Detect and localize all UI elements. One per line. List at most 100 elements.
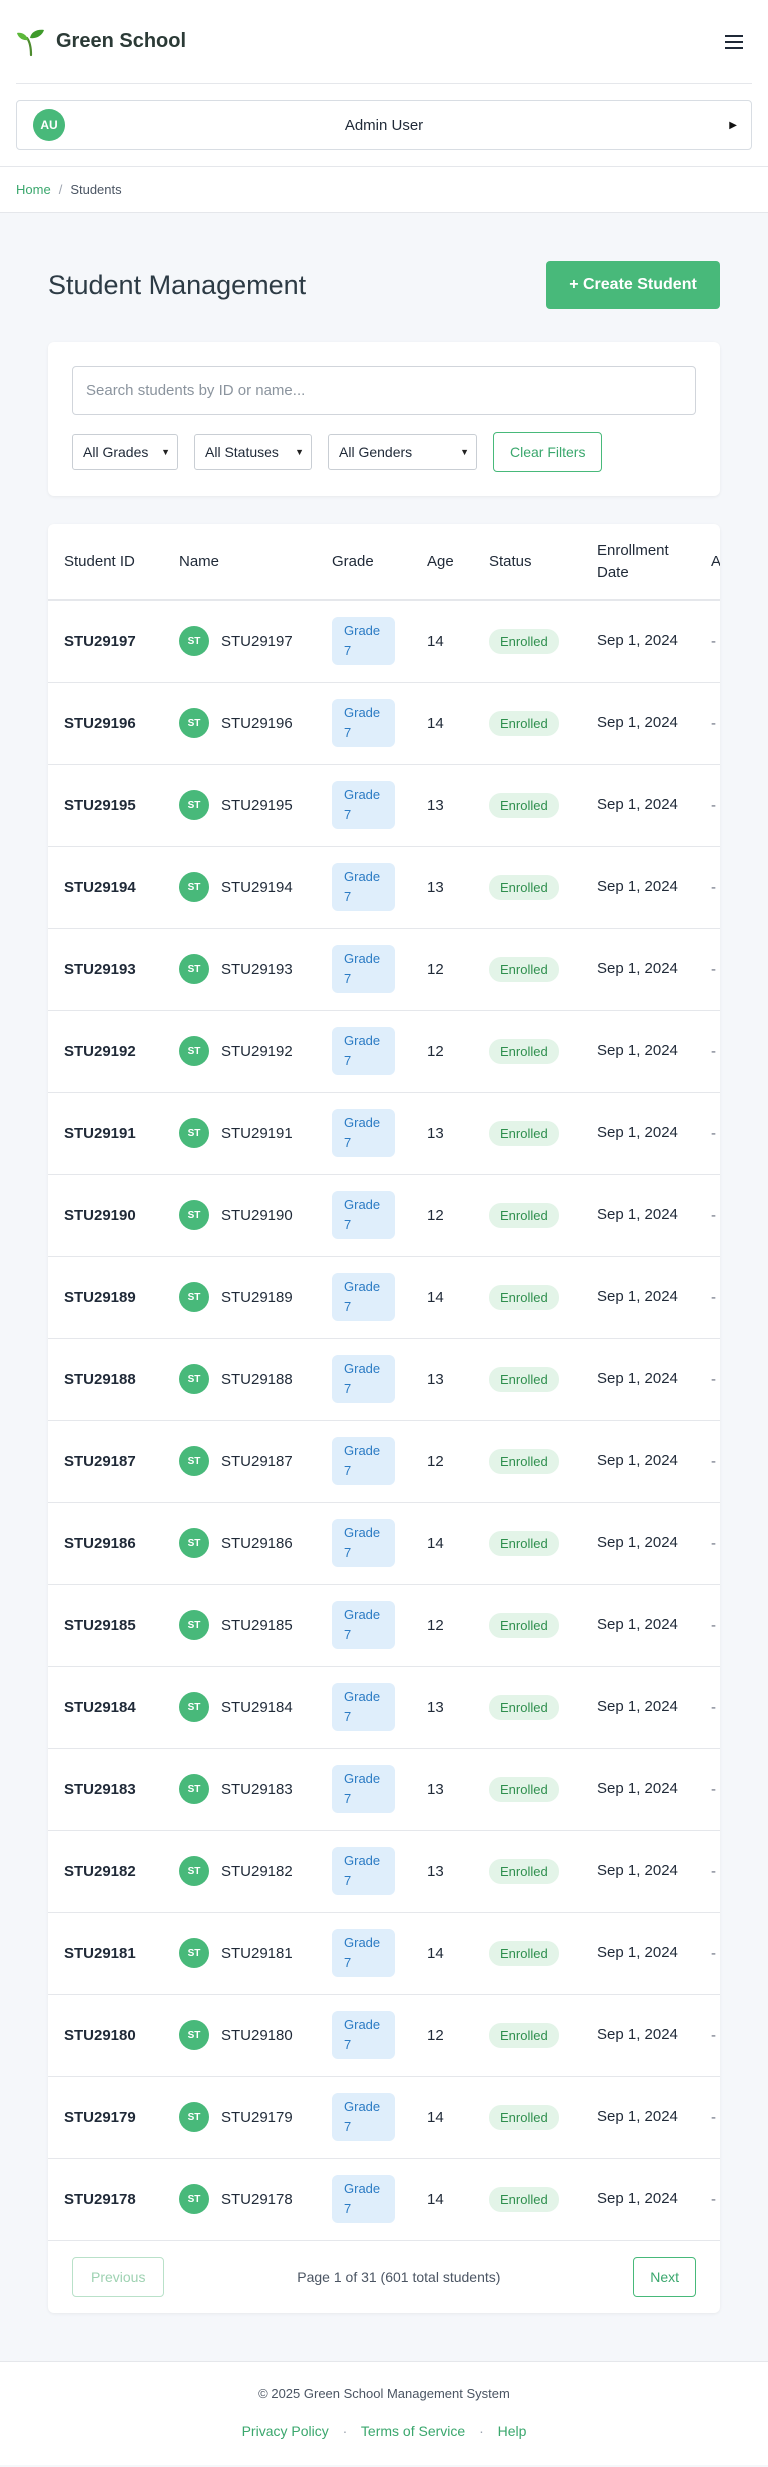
status-badge: Enrolled	[489, 1284, 559, 1310]
brand[interactable]: Green School	[16, 27, 186, 57]
actions-placeholder: -	[711, 1124, 716, 1142]
student-name[interactable]: STU29191	[221, 1125, 293, 1142]
table-row[interactable]: STU29196 ST STU29196 Grade 7 14 Enrolled Sep 1…	[48, 682, 720, 764]
student-name[interactable]: STU29183	[221, 1781, 293, 1798]
student-name[interactable]: STU29184	[221, 1699, 293, 1716]
status-badge: Enrolled	[489, 1448, 559, 1474]
age-cell: 14	[427, 2108, 444, 2126]
footer-separator: ·	[342, 2422, 348, 2439]
avatar: ST	[179, 1774, 209, 1804]
avatar: ST	[179, 1610, 209, 1640]
status-badge: Enrolled	[489, 1940, 559, 1966]
table-row[interactable]: STU29185 ST STU29185 Grade 7 12 Enrolled Sep 1…	[48, 1584, 720, 1666]
actions-placeholder: -	[711, 714, 716, 732]
student-id: STU29195	[64, 796, 136, 814]
student-id-cell: STU29180	[48, 1994, 163, 2076]
student-name[interactable]: STU29187	[221, 1453, 293, 1470]
table-row[interactable]: STU29193 ST STU29193 Grade 7 12 Enrolled Sep 1…	[48, 928, 720, 1010]
table-row[interactable]: STU29197 ST STU29197 Grade 7 14 Enrolled Sep 1…	[48, 600, 720, 682]
student-id: STU29187	[64, 1452, 136, 1470]
help-link[interactable]: Help	[498, 2423, 527, 2439]
table-row[interactable]: STU29180 ST STU29180 Grade 7 12 Enrolled Sep 1…	[48, 1994, 720, 2076]
student-name[interactable]: STU29185	[221, 1617, 293, 1634]
table-row[interactable]: STU29194 ST STU29194 Grade 7 13 Enrolled Sep 1…	[48, 846, 720, 928]
search-input[interactable]	[72, 366, 696, 415]
student-name[interactable]: STU29179	[221, 2109, 293, 2126]
student-name[interactable]: STU29192	[221, 1043, 293, 1060]
status-cell: Enrolled	[473, 1256, 581, 1338]
table-row[interactable]: STU29192 ST STU29192 Grade 7 12 Enrolled Sep 1…	[48, 1010, 720, 1092]
student-name[interactable]: STU29194	[221, 879, 293, 896]
table-row[interactable]: STU29182 ST STU29182 Grade 7 13 Enrolled Sep 1…	[48, 1830, 720, 1912]
name-wrapper: ST STU29193	[179, 954, 316, 984]
enrollment-date-cell: Sep 1, 2024	[597, 1862, 678, 1879]
chevron-down-icon: ▼	[161, 447, 170, 457]
name-cell: ST STU29181	[163, 1912, 316, 1994]
grade-cell: Grade 7	[316, 764, 411, 846]
student-name[interactable]: STU29197	[221, 633, 293, 650]
status-badge: Enrolled	[489, 1694, 559, 1720]
filter-card: All Grades ▼ All Statuses ▼ All Genders …	[48, 342, 720, 496]
student-name[interactable]: STU29196	[221, 715, 293, 732]
actions-cell: -	[695, 682, 720, 764]
table-row[interactable]: STU29178 ST STU29178 Grade 7 14 Enrolled Sep 1…	[48, 2158, 720, 2240]
grade-cell: Grade 7	[316, 1174, 411, 1256]
grade-filter-select[interactable]: All Grades ▼	[72, 434, 178, 470]
table-row[interactable]: STU29184 ST STU29184 Grade 7 13 Enrolled Sep 1…	[48, 1666, 720, 1748]
create-student-button[interactable]: + Create Student	[546, 261, 720, 309]
age-cell: 14	[427, 1288, 444, 1306]
table-row[interactable]: STU29189 ST STU29189 Grade 7 14 Enrolled Sep 1…	[48, 1256, 720, 1338]
student-id: STU29182	[64, 1862, 136, 1880]
student-name[interactable]: STU29190	[221, 1207, 293, 1224]
breadcrumb-home-link[interactable]: Home	[16, 182, 51, 197]
clear-filters-button[interactable]: Clear Filters	[493, 432, 603, 472]
header-status: Status	[489, 552, 532, 570]
table-row[interactable]: STU29183 ST STU29183 Grade 7 13 Enrolled Sep 1…	[48, 1748, 720, 1830]
student-name[interactable]: STU29180	[221, 2027, 293, 2044]
status-filter-select[interactable]: All Statuses ▼	[194, 434, 312, 470]
grade-cell: Grade 7	[316, 1666, 411, 1748]
actions-placeholder: -	[711, 1042, 716, 1060]
student-name[interactable]: STU29189	[221, 1289, 293, 1306]
enrollment-date-cell: Sep 1, 2024	[597, 2026, 678, 2043]
next-page-button[interactable]: Next	[633, 2256, 696, 2297]
table-scroll-container[interactable]: Student ID Name Grade Age Status Enrollm…	[48, 524, 720, 2241]
table-row[interactable]: STU29188 ST STU29188 Grade 7 13 Enrolled Sep 1…	[48, 1338, 720, 1420]
grade-cell: Grade 7	[316, 2158, 411, 2240]
student-name[interactable]: STU29178	[221, 2191, 293, 2208]
hamburger-menu-icon[interactable]	[716, 24, 752, 60]
student-name[interactable]: STU29181	[221, 1945, 293, 1962]
table-row[interactable]: STU29181 ST STU29181 Grade 7 14 Enrolled Sep 1…	[48, 1912, 720, 1994]
actions-placeholder: -	[711, 878, 716, 896]
privacy-policy-link[interactable]: Privacy Policy	[242, 2423, 329, 2439]
status-badge: Enrolled	[489, 1366, 559, 1392]
table-row[interactable]: STU29190 ST STU29190 Grade 7 12 Enrolled Sep 1…	[48, 1174, 720, 1256]
student-id: STU29190	[64, 1206, 136, 1224]
table-row[interactable]: STU29195 ST STU29195 Grade 7 13 Enrolled Sep 1…	[48, 764, 720, 846]
avatar: ST	[179, 1446, 209, 1476]
actions-cell: -	[695, 1748, 720, 1830]
grade-cell: Grade 7	[316, 1256, 411, 1338]
student-name[interactable]: STU29193	[221, 961, 293, 978]
table-row[interactable]: STU29191 ST STU29191 Grade 7 13 Enrolled Sep 1…	[48, 1092, 720, 1174]
breadcrumb-current: Students	[70, 182, 122, 197]
table-row[interactable]: STU29179 ST STU29179 Grade 7 14 Enrolled Sep 1…	[48, 2076, 720, 2158]
gender-filter-select[interactable]: All Genders ▼	[328, 434, 477, 470]
age-cell: 14	[427, 632, 444, 650]
grade-cell: Grade 7	[316, 600, 411, 682]
student-name[interactable]: STU29186	[221, 1535, 293, 1552]
actions-cell: -	[695, 2076, 720, 2158]
table-row[interactable]: STU29187 ST STU29187 Grade 7 12 Enrolled Sep 1…	[48, 1420, 720, 1502]
student-id-cell: STU29189	[48, 1256, 163, 1338]
header-enrollment-date: Enrollment Date	[597, 541, 669, 581]
student-name[interactable]: STU29188	[221, 1371, 293, 1388]
table-row[interactable]: STU29186 ST STU29186 Grade 7 14 Enrolled Sep 1…	[48, 1502, 720, 1584]
status-badge: Enrolled	[489, 1858, 559, 1884]
student-name[interactable]: STU29195	[221, 797, 293, 814]
user-menu[interactable]: AU Admin User ▶	[16, 100, 752, 150]
terms-of-service-link[interactable]: Terms of Service	[361, 2423, 465, 2439]
student-name[interactable]: STU29182	[221, 1863, 293, 1880]
grade-badge: Grade 7	[332, 1683, 395, 1731]
previous-page-button[interactable]: Previous	[72, 2256, 165, 2297]
age-cell: 12	[427, 960, 444, 978]
